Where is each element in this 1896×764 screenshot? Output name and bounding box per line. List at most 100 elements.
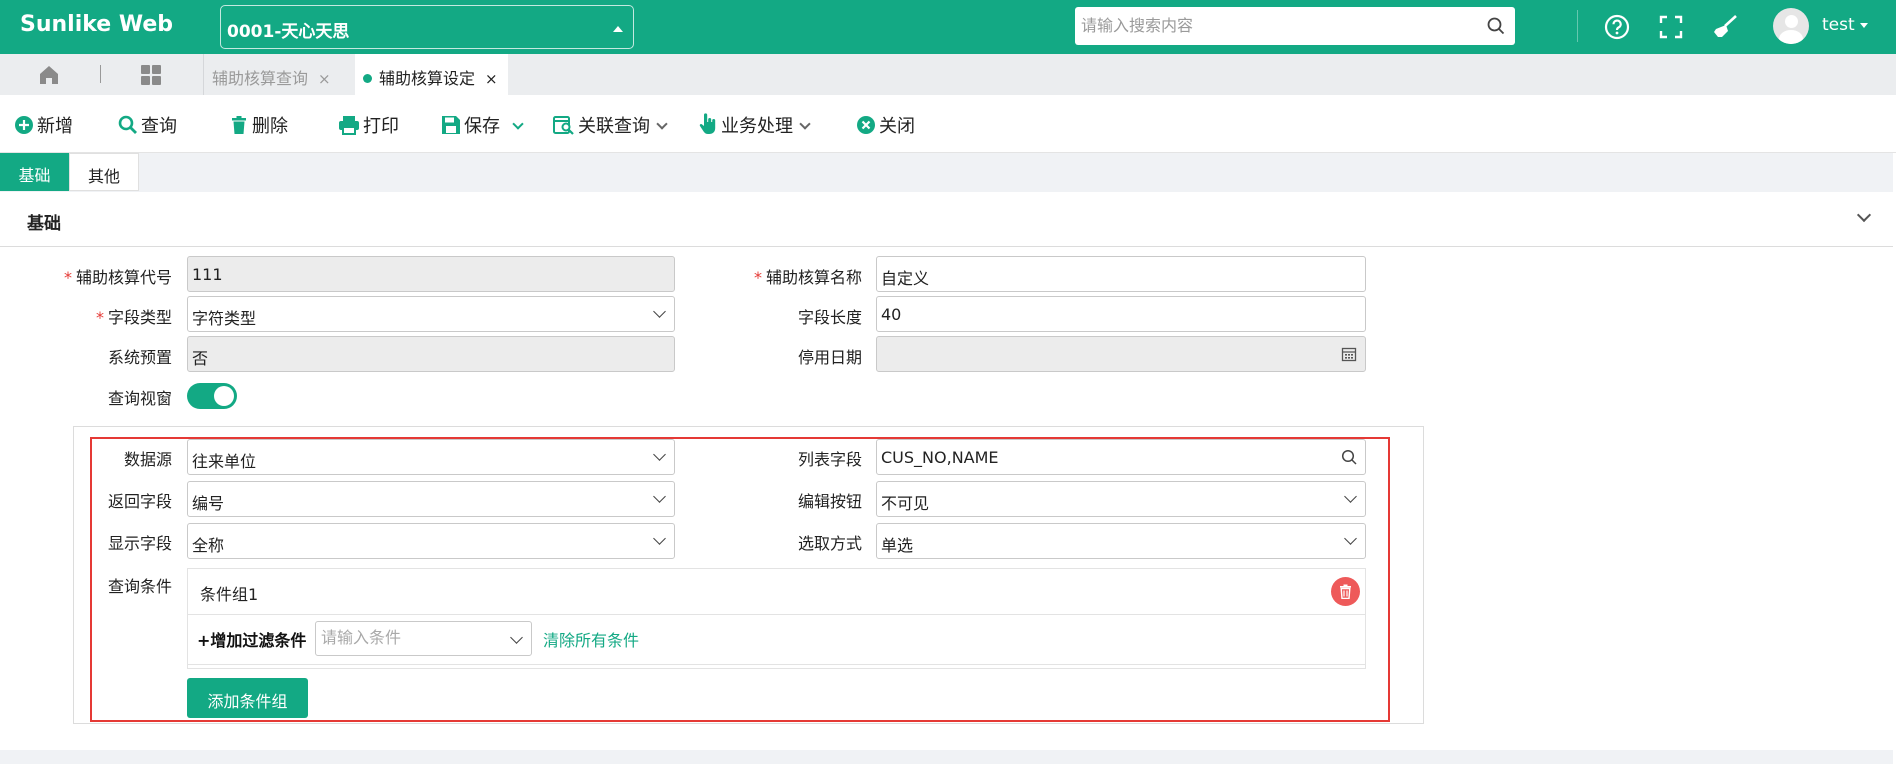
toolbar: 新增 查询 删除 打印 保存 关联查询 业务处理 关闭 (0, 95, 1896, 153)
chevron-down-icon (656, 118, 668, 130)
chevron-down-icon (653, 490, 666, 503)
trash-icon (232, 116, 246, 134)
save-label: 保存 (464, 116, 500, 137)
app-logo: Sunlike Web (20, 12, 174, 37)
linked-search-icon (553, 116, 574, 135)
disable-date-field[interactable] (876, 336, 1366, 372)
page-tabs: 辅助核算查询 × 辅助核算设定 × (0, 54, 1896, 95)
query-window-toggle[interactable] (187, 383, 237, 409)
search-input[interactable] (1075, 7, 1475, 43)
add-filter-button[interactable]: +增加过滤条件 (197, 627, 306, 651)
edit-button-label: 编辑按钮 (797, 492, 862, 511)
form-panel: 基础 * 辅助核算代号 111 * 辅助核算名称 自定义 * 字段类型 字符类型 字段… (0, 192, 1893, 750)
business-label: 业务处理 (721, 116, 793, 137)
floppy-disk-icon (442, 116, 460, 134)
close-label: 关闭 (879, 116, 915, 137)
chevron-down-icon (1344, 532, 1357, 545)
toggle-knob (214, 386, 234, 406)
name-field[interactable]: 自定义 (876, 256, 1366, 292)
preset-field: 否 (187, 336, 675, 372)
form-tabs: 基础 其他 (0, 153, 1896, 191)
broom-icon[interactable] (1710, 12, 1740, 42)
chevron-down-icon (653, 532, 666, 545)
datasource-label: 数据源 (123, 450, 172, 469)
search-icon[interactable] (1487, 17, 1505, 35)
clear-conditions-link[interactable]: 清除所有条件 (543, 627, 639, 651)
calendar-icon[interactable] (1341, 346, 1357, 362)
company-selector[interactable]: 0001-天心天思 (220, 5, 634, 49)
search-icon[interactable] (1341, 449, 1357, 465)
divider (203, 54, 204, 95)
divider (188, 614, 1365, 615)
section-title: 基础 (27, 214, 61, 234)
user-name: test (1822, 15, 1855, 35)
global-search (1075, 7, 1515, 45)
list-field-input[interactable]: CUS_NO,NAME (876, 439, 1366, 475)
business-button[interactable]: 业务处理 (698, 112, 811, 138)
linked-query-label: 关联查询 (578, 116, 650, 137)
tab-aux-query[interactable]: 辅助核算查询 × (212, 54, 331, 95)
grid-icon[interactable] (140, 64, 162, 86)
linked-query-button[interactable]: 关联查询 (553, 112, 668, 138)
section-header[interactable]: 基础 (0, 192, 1893, 247)
condition-group-title: 条件组1 (200, 585, 259, 604)
edit-button-select[interactable]: 不可见 (876, 481, 1366, 517)
chevron-down-icon (510, 631, 523, 644)
print-label: 打印 (363, 116, 399, 137)
delete-button[interactable]: 删除 (229, 112, 288, 138)
preset-label: 系统预置 (107, 348, 172, 367)
add-label: 新增 (37, 116, 73, 137)
chevron-down-icon[interactable] (512, 118, 524, 130)
printer-icon (339, 116, 359, 135)
display-field-label: 显示字段 (107, 534, 172, 553)
query-button[interactable]: 查询 (118, 112, 177, 138)
pick-mode-label: 选取方式 (797, 534, 862, 553)
user-menu[interactable]: test (1822, 15, 1868, 35)
code-field[interactable]: 111 (187, 256, 675, 292)
tab-basic[interactable]: 基础 (0, 153, 69, 191)
query-label: 查询 (141, 116, 177, 137)
top-bar: Sunlike Web 0001-天心天思 test (0, 0, 1896, 54)
print-button[interactable]: 打印 (338, 112, 399, 138)
chevron-down-icon (799, 118, 811, 130)
help-icon[interactable] (1602, 12, 1632, 42)
return-field-select[interactable]: 编号 (187, 481, 675, 517)
save-button[interactable]: 保存 (441, 112, 524, 138)
chevron-down-icon (653, 448, 666, 461)
search-icon (118, 115, 137, 134)
divider (188, 664, 1365, 665)
name-label: * 辅助核算名称 (753, 268, 862, 287)
fullscreen-icon[interactable] (1656, 12, 1686, 42)
condition-input[interactable] (316, 622, 496, 653)
delete-group-button[interactable] (1331, 577, 1360, 606)
close-button[interactable]: 关闭 (856, 112, 915, 138)
condition-select[interactable] (315, 621, 532, 656)
divider (100, 65, 101, 83)
add-group-button[interactable]: 添加条件组 (187, 678, 308, 718)
trash-icon (1340, 584, 1351, 599)
delete-label: 删除 (252, 116, 288, 137)
return-field-label: 返回字段 (107, 492, 172, 511)
condition-group: 条件组1 +增加过滤条件 清除所有条件 (187, 568, 1366, 669)
home-icon[interactable] (38, 64, 60, 86)
close-icon[interactable]: × (318, 70, 331, 88)
close-icon[interactable]: × (485, 70, 498, 88)
field-type-label: * 字段类型 (95, 308, 172, 327)
tab-aux-setting[interactable]: 辅助核算设定 × (355, 54, 508, 95)
tab-other[interactable]: 其他 (69, 153, 139, 191)
disable-date-label: 停用日期 (797, 348, 862, 367)
pick-mode-select[interactable]: 单选 (876, 523, 1366, 559)
tab-label: 辅助核算设定 (379, 69, 476, 88)
field-type-select[interactable]: 字符类型 (187, 296, 675, 332)
datasource-select[interactable]: 往来单位 (187, 439, 675, 475)
add-button[interactable]: 新增 (14, 112, 73, 138)
plus-circle-icon (15, 116, 33, 134)
caret-down-icon (1859, 22, 1868, 28)
chevron-down-icon (1344, 490, 1357, 503)
avatar[interactable] (1773, 8, 1809, 44)
field-length-input[interactable]: 40 (876, 296, 1366, 332)
display-field-select[interactable]: 全称 (187, 523, 675, 559)
active-dot-icon (363, 74, 372, 83)
query-window-label: 查询视窗 (107, 389, 172, 408)
chevron-down-icon[interactable] (1856, 207, 1872, 223)
